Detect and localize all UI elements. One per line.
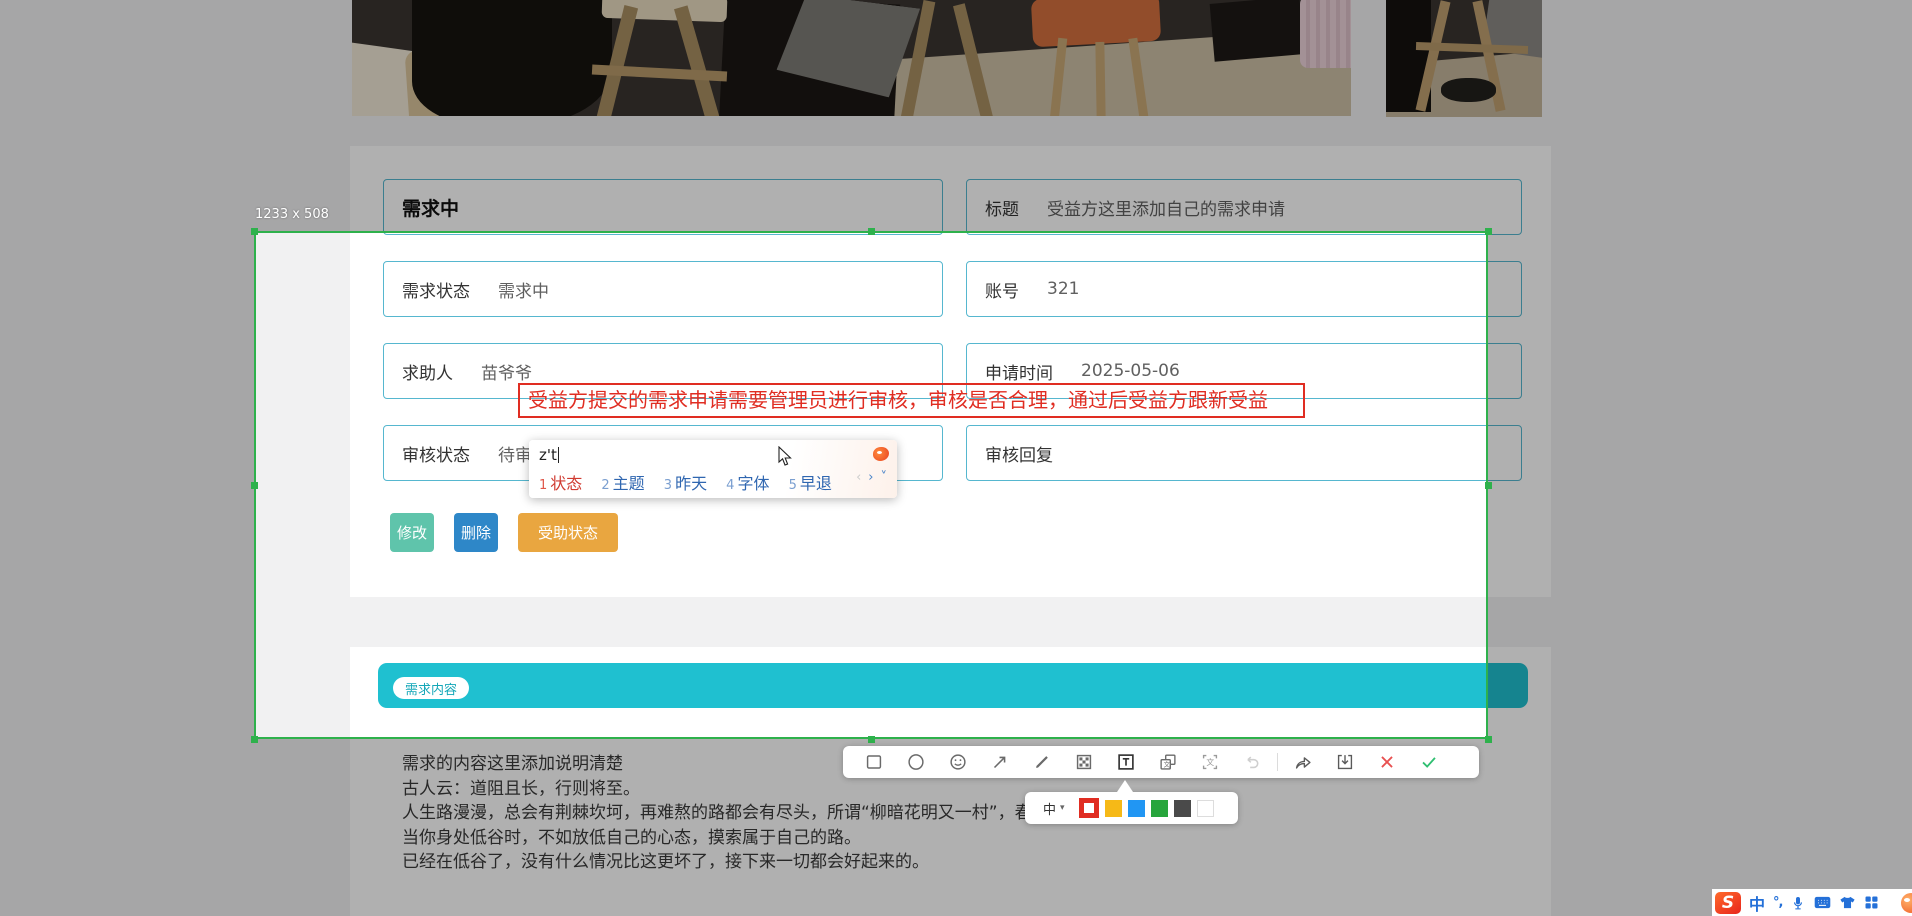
ellipse-tool-icon[interactable] xyxy=(895,746,937,778)
ime-expand-icon[interactable]: ˅ xyxy=(881,470,888,485)
share-icon[interactable] xyxy=(1282,746,1324,778)
sogou-logo-icon[interactable]: S xyxy=(1715,892,1741,914)
ime-prev-page-icon[interactable]: ‹ xyxy=(856,470,861,485)
selection-size-label: 1233 x 508 xyxy=(255,207,329,222)
toolbar-divider xyxy=(1277,753,1278,771)
soft-keyboard-icon[interactable] xyxy=(1814,895,1831,910)
cancel-icon[interactable] xyxy=(1366,746,1408,778)
color-swatch-red[interactable] xyxy=(1079,798,1099,818)
skin-shirt-icon[interactable] xyxy=(1839,895,1856,910)
svg-text:文: 文 xyxy=(1206,757,1214,767)
ime-paging: ‹ › ˅ xyxy=(856,470,887,485)
selection-handle-sw[interactable] xyxy=(251,736,258,743)
confirm-icon[interactable] xyxy=(1408,746,1450,778)
pen-tool-icon[interactable] xyxy=(1021,746,1063,778)
arrow-tool-icon[interactable] xyxy=(979,746,1021,778)
selection-handle-se[interactable] xyxy=(1485,736,1492,743)
ime-punctuation-icon[interactable]: °, xyxy=(1773,895,1782,910)
color-swatch-blue[interactable] xyxy=(1128,800,1145,817)
ime-popup: z't 1状态 2主题 3昨天 4字体 5早退 ‹ › ˅ xyxy=(529,440,897,498)
font-size-dropdown[interactable]: 中 ▾ xyxy=(1043,799,1065,818)
color-swatch-yellow[interactable] xyxy=(1105,800,1122,817)
color-swatch-white[interactable] xyxy=(1197,800,1214,817)
microphone-icon[interactable] xyxy=(1790,895,1806,911)
mosaic-tool-icon[interactable] xyxy=(1063,746,1105,778)
ime-mode-chinese-icon[interactable]: 中 xyxy=(1749,891,1765,915)
rectangle-tool-icon[interactable] xyxy=(853,746,895,778)
selection-handle-ne[interactable] xyxy=(1485,228,1492,235)
toolbox-grid-icon[interactable] xyxy=(1864,895,1879,910)
ime-candidate[interactable]: 3昨天 xyxy=(664,474,707,493)
selection-handle-n[interactable] xyxy=(868,228,875,235)
ime-next-page-icon[interactable]: › xyxy=(868,470,873,485)
ime-candidate[interactable]: 4字体 xyxy=(726,474,769,493)
selection-handle-s[interactable] xyxy=(868,736,875,743)
red-annotation-box[interactable]: 受益方提交的需求申请需要管理员进行审核，审核是否合理，通过后受益方跟新受益 xyxy=(518,383,1305,418)
color-popup-notch xyxy=(1117,780,1133,792)
chevron-down-icon: ▾ xyxy=(1060,803,1065,813)
dim-overlay-left xyxy=(0,231,254,739)
sogou-ime-logo-icon xyxy=(873,447,889,461)
font-size-value: 中 xyxy=(1043,799,1056,818)
emoji-tool-icon[interactable] xyxy=(937,746,979,778)
ime-candidate[interactable]: 2主题 xyxy=(601,474,644,493)
ime-caret xyxy=(558,447,559,463)
snip-toolbar: 文 文 xyxy=(843,746,1479,778)
ime-candidate[interactable]: 5早退 xyxy=(789,474,832,493)
selection-handle-w[interactable] xyxy=(251,482,258,489)
undo-icon[interactable] xyxy=(1231,746,1273,778)
color-swatch-green[interactable] xyxy=(1151,800,1168,817)
ocr-tool-icon[interactable]: 文 xyxy=(1189,746,1231,778)
pin-tool-icon[interactable]: 文 xyxy=(1147,746,1189,778)
sogou-smiley-icon[interactable] xyxy=(1901,893,1912,913)
selection-handle-e[interactable] xyxy=(1485,482,1492,489)
dim-overlay-top xyxy=(0,0,1912,231)
selection-handle-nw[interactable] xyxy=(251,228,258,235)
svg-text:文: 文 xyxy=(1164,760,1171,769)
sogou-ime-taskbar: S 中 °, xyxy=(1712,889,1912,916)
ime-candidate[interactable]: 1状态 xyxy=(539,474,582,493)
ime-composition: z't xyxy=(539,446,559,464)
save-download-icon[interactable] xyxy=(1324,746,1366,778)
screen: { "colors": { "selection_green": "#2eb14… xyxy=(0,0,1912,916)
dim-overlay-right xyxy=(1488,231,1912,739)
color-swatch-dark[interactable] xyxy=(1174,800,1191,817)
text-tool-icon[interactable] xyxy=(1105,746,1147,778)
ime-candidate-list: 1状态 2主题 3昨天 4字体 5早退 xyxy=(539,470,846,494)
text-style-bar: 中 ▾ xyxy=(1025,792,1238,824)
mouse-cursor xyxy=(778,446,793,471)
